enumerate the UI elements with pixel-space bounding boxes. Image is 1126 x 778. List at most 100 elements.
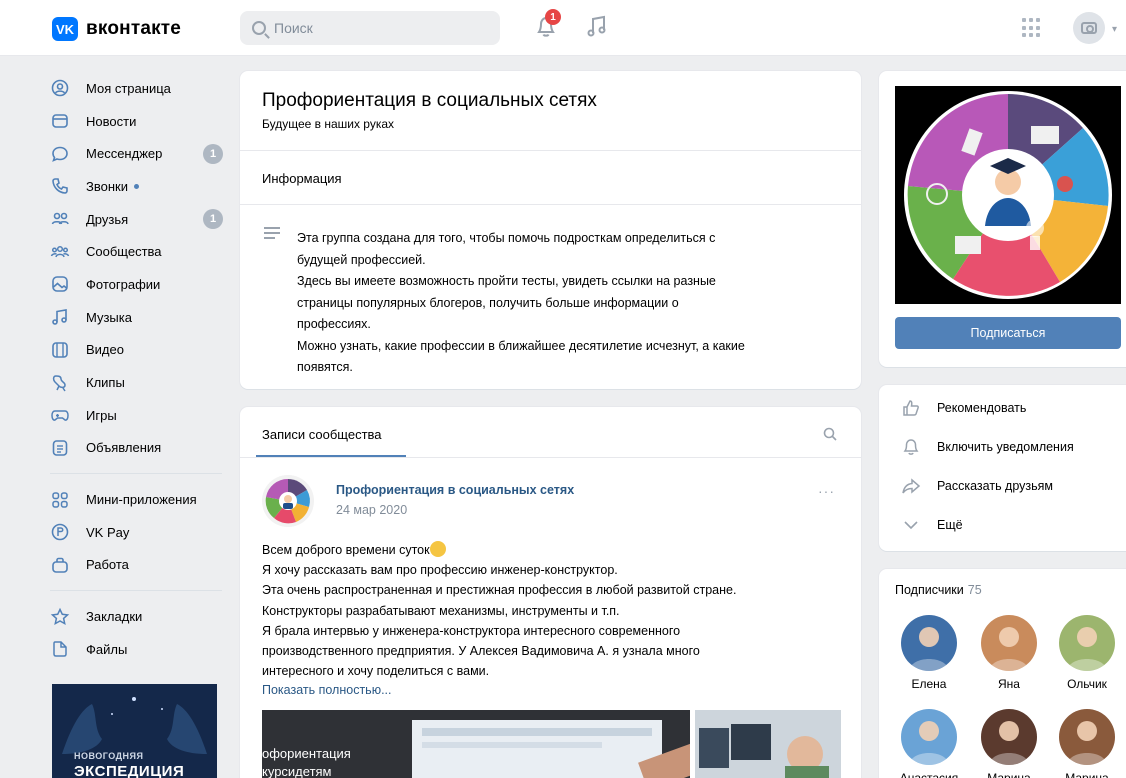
nav-item-label: Файлы xyxy=(86,641,128,657)
subscriber-avatar[interactable] xyxy=(981,615,1037,671)
nav-item-file[interactable]: Файлы xyxy=(50,633,230,666)
nav-item-label: Сообщества xyxy=(86,244,162,260)
search-placeholder: Поиск xyxy=(274,20,313,36)
subscribers-count: 75 xyxy=(967,583,982,597)
subscriber-name[interactable]: Марина xyxy=(971,771,1047,778)
nav-item-music[interactable]: Музыка xyxy=(50,301,230,334)
nav-item-label: VK Pay xyxy=(86,524,130,540)
notifications-label: Включить уведомления xyxy=(937,440,1074,454)
nav-item-ads[interactable]: Объявления xyxy=(50,432,230,465)
post-line: интересного и хочу поделиться с вами. xyxy=(262,664,490,679)
chevron-down-icon xyxy=(904,521,918,530)
career-wheel-illustration xyxy=(895,86,1121,304)
promo-banner[interactable]: НОВОГОДНЯЯ ЭКСПЕДИЦИЯ xyxy=(52,684,217,778)
subscriber-avatar[interactable] xyxy=(981,709,1037,765)
subscribers-card: Подписчики 75 Елена Яна Ольчик Анастасия Мари… xyxy=(879,569,1126,778)
user-circle-icon xyxy=(50,78,70,98)
wall-card: Записи сообщества Профориентация в социа… xyxy=(240,407,861,778)
divider xyxy=(240,150,861,151)
chevron-down-icon[interactable]: ▾ xyxy=(1112,24,1117,35)
subscriber-avatar[interactable] xyxy=(901,709,957,765)
divider xyxy=(240,204,861,205)
nav-item-video[interactable]: Видео xyxy=(50,334,230,367)
bell-icon xyxy=(903,439,919,455)
nav-item-friends[interactable]: Друзья 1 xyxy=(50,203,230,236)
nav-item-apps[interactable]: Мини-приложения xyxy=(50,483,230,516)
search-icon[interactable] xyxy=(823,427,837,441)
star-icon xyxy=(50,607,70,627)
subscribers-header[interactable]: Подписчики 75 xyxy=(895,583,982,597)
nav-item-briefcase[interactable]: Работа xyxy=(50,549,230,582)
nav-item-label: Клипы xyxy=(86,375,125,391)
description-line: будущей профессией. xyxy=(297,252,426,267)
apps-grid-icon[interactable] xyxy=(1022,18,1042,38)
info-heading: Информация xyxy=(262,171,342,186)
post-more-menu-icon[interactable]: ··· xyxy=(818,483,835,499)
more-action[interactable]: Ещё xyxy=(901,515,963,535)
post-photo[interactable]: офориентация курсидетям xyxy=(262,710,690,778)
nav-item-label: Фотографии xyxy=(86,276,161,292)
post-line-text: Всем доброго времени суток xyxy=(262,543,430,557)
show-more-link[interactable]: Показать полностью... xyxy=(262,683,392,697)
post-author-link[interactable]: Профориентация в социальных сетях xyxy=(336,483,574,497)
post-line: Всем доброго времени суток xyxy=(262,540,852,560)
subscriber-name[interactable]: Анастасия xyxy=(891,771,967,778)
vk-logo[interactable]: VK вконтакте xyxy=(52,17,181,41)
tab-community-posts[interactable]: Записи сообщества xyxy=(262,427,382,442)
nav-item-user-circle[interactable]: Моя страница xyxy=(50,72,230,105)
description-line: появятся. xyxy=(297,360,353,374)
nav-item-clips[interactable]: Клипы xyxy=(50,366,230,399)
clips-icon xyxy=(50,373,70,393)
newspaper-icon xyxy=(50,111,70,131)
music-icon[interactable] xyxy=(586,14,608,38)
vk-logo-text: вконтакте xyxy=(86,18,182,39)
subscriber-name[interactable]: Ольчик xyxy=(1049,677,1125,691)
notifications-action[interactable]: Включить уведомления xyxy=(901,437,1074,457)
recommend-action[interactable]: Рекомендовать xyxy=(901,398,1026,418)
divider xyxy=(240,457,861,458)
nav-item-newspaper[interactable]: Новости xyxy=(50,105,230,138)
nav-item-phone[interactable]: Звонки xyxy=(50,170,230,203)
nav-item-photos[interactable]: Фотографии xyxy=(50,268,230,301)
nav-item-label: Звонки xyxy=(86,178,128,194)
recommend-label: Рекомендовать xyxy=(937,401,1027,415)
subscriber-name[interactable]: Елена xyxy=(891,677,967,691)
subscriber-avatar[interactable] xyxy=(1059,615,1115,671)
post-date[interactable]: 24 мар 2020 xyxy=(336,503,407,517)
search-input[interactable]: Поиск xyxy=(240,11,500,45)
post-text: Всем доброго времени суток Я хочу расска… xyxy=(262,540,852,681)
post-line: Эта очень распространенная и престижная … xyxy=(262,583,737,598)
ads-icon xyxy=(50,438,70,458)
nav-item-label: Моя страница xyxy=(86,80,171,96)
profile-avatar[interactable] xyxy=(1073,12,1105,44)
nav-counter-badge: 1 xyxy=(203,209,223,230)
nav-item-communities[interactable]: Сообщества xyxy=(50,235,230,268)
communities-icon xyxy=(50,242,70,262)
subscriber-avatar[interactable] xyxy=(901,615,957,671)
left-navigation: Моя страница Новости Мессенджер 1 Звонки Друз… xyxy=(50,72,230,666)
subscribe-button[interactable]: Подписаться xyxy=(895,317,1121,349)
photos-icon xyxy=(50,274,70,294)
photo-content xyxy=(695,710,841,778)
nav-item-chat[interactable]: Мессенджер 1 xyxy=(50,137,230,170)
share-action[interactable]: Рассказать друзьям xyxy=(901,476,1053,496)
nav-item-label: Работа xyxy=(86,557,129,573)
subscriber-name[interactable]: Марина xyxy=(1049,771,1125,778)
gamepad-icon xyxy=(50,405,70,425)
group-status: Будущее в наших руках xyxy=(262,117,395,131)
subscriber-name[interactable]: Яна xyxy=(971,677,1047,691)
nav-item-vkpay[interactable]: VK Pay xyxy=(50,516,230,549)
post-photo[interactable] xyxy=(695,710,841,778)
post-line: Я хочу рассказать вам про профессию инже… xyxy=(262,563,618,578)
nav-item-star[interactable]: Закладки xyxy=(50,600,230,633)
nav-item-label: Мессенджер xyxy=(86,146,163,162)
group-cover-image[interactable] xyxy=(895,86,1121,304)
more-label: Ещё xyxy=(937,518,963,532)
description-line: профессиях. xyxy=(297,317,371,331)
subscriber-avatar[interactable] xyxy=(1059,709,1115,765)
share-icon xyxy=(902,478,921,494)
description-line: страницы популярных блогеров, получить б… xyxy=(297,295,679,310)
description-icon xyxy=(264,227,280,242)
nav-item-gamepad[interactable]: Игры xyxy=(50,399,230,432)
post-author-avatar[interactable] xyxy=(262,475,314,527)
